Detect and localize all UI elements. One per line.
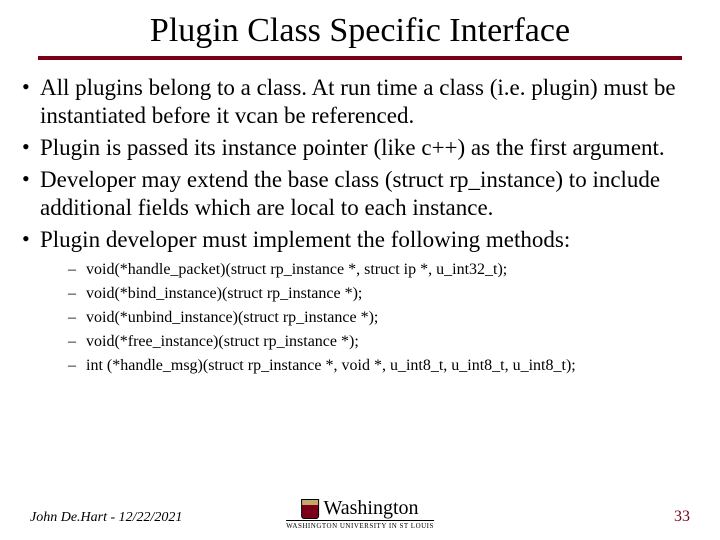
method-item: void(*free_instance)(struct rp_instance … bbox=[68, 330, 702, 354]
bullet-list: All plugins belong to a class. At run ti… bbox=[18, 74, 702, 378]
logo-main-text: Washington bbox=[323, 497, 418, 520]
method-list: void(*handle_packet)(struct rp_instance … bbox=[40, 258, 702, 378]
bullet-text: Plugin developer must implement the foll… bbox=[40, 227, 570, 252]
method-item: int (*handle_msg)(struct rp_instance *, … bbox=[68, 354, 702, 378]
title-rule bbox=[38, 56, 682, 60]
method-item: void(*bind_instance)(struct rp_instance … bbox=[68, 282, 702, 306]
slide-body: All plugins belong to a class. At run ti… bbox=[0, 74, 720, 378]
page-number: 33 bbox=[674, 508, 690, 526]
footer-logo: Washington WASHINGTON UNIVERSITY IN ST L… bbox=[286, 497, 434, 530]
slide: Plugin Class Specific Interface All plug… bbox=[0, 0, 720, 540]
shield-icon bbox=[301, 499, 319, 519]
bullet-item: All plugins belong to a class. At run ti… bbox=[18, 74, 702, 130]
logo-line: Washington bbox=[286, 497, 434, 520]
bullet-item: Developer may extend the base class (str… bbox=[18, 166, 702, 222]
bullet-item: Plugin is passed its instance pointer (l… bbox=[18, 134, 702, 162]
footer-author-date: John De.Hart - 12/22/2021 bbox=[30, 510, 182, 526]
logo-sub-text: WASHINGTON UNIVERSITY IN ST LOUIS bbox=[286, 520, 434, 530]
footer: John De.Hart - 12/22/2021 Washington WAS… bbox=[0, 490, 720, 530]
bullet-item: Plugin developer must implement the foll… bbox=[18, 226, 702, 378]
method-item: void(*unbind_instance)(struct rp_instanc… bbox=[68, 306, 702, 330]
method-item: void(*handle_packet)(struct rp_instance … bbox=[68, 258, 702, 282]
slide-title: Plugin Class Specific Interface bbox=[0, 0, 720, 56]
